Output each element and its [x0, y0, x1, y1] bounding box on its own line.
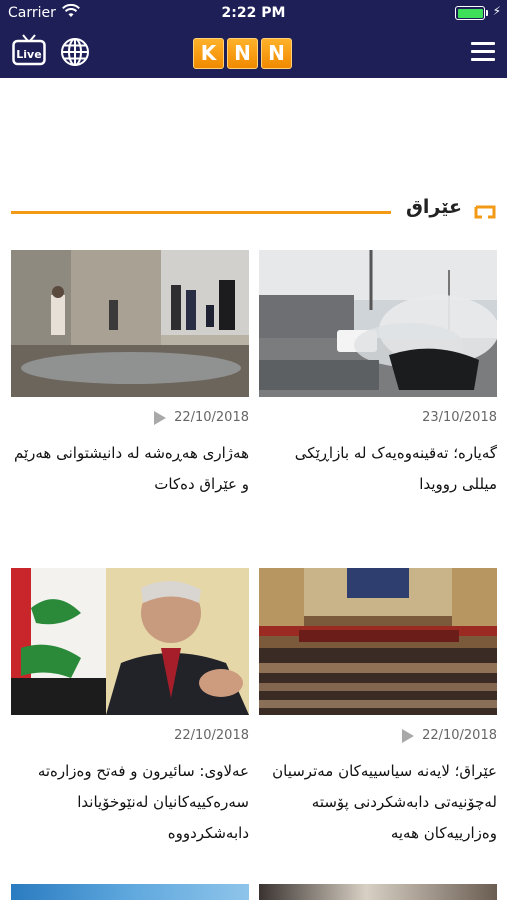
video-play-icon — [154, 411, 166, 425]
section-title: عێراق — [405, 196, 462, 218]
status-bar: Carrier 2:22 PM ⚡ — [0, 0, 507, 28]
news-card[interactable]: 22/10/2018 هەژاری هەڕەشە لە دانیشتوانی ه… — [11, 250, 249, 500]
news-thumbnail[interactable] — [11, 250, 249, 397]
article-title[interactable]: گەیارە؛ تەقینەوەیەک لە بازاڕێکی میللی رو… — [259, 438, 497, 500]
news-thumbnail[interactable] — [11, 568, 249, 715]
logo-letter-k: K — [193, 38, 224, 69]
news-card[interactable]: 22/10/2018 عەلاوی: سائیرون و فەتح وەزارە… — [11, 568, 249, 849]
video-play-icon — [402, 729, 414, 743]
section-divider — [11, 211, 391, 214]
article-title[interactable]: هەژاری هەڕەشە لە دانیشتوانی هەرێم و عێرا… — [11, 438, 249, 500]
section-bracket-icon — [474, 205, 496, 219]
article-date: 22/10/2018 — [174, 410, 249, 425]
article-date: 22/10/2018 — [174, 728, 249, 743]
knn-logo[interactable]: K N N — [193, 38, 292, 69]
news-thumbnail[interactable] — [259, 568, 497, 715]
news-thumbnail[interactable] — [11, 884, 249, 900]
charging-icon: ⚡ — [492, 4, 501, 18]
live-label: Live — [16, 48, 41, 61]
article-title[interactable]: عەلاوی: سائیرون و فەتح وەزارەتە سەرەکییە… — [11, 756, 249, 849]
news-card[interactable]: 22/10/2018 عێراق؛ لایەنە سیاسییەکان مەتر… — [259, 568, 497, 849]
battery-icon — [455, 6, 485, 20]
top-navigation-bar: Carrier 2:22 PM ⚡ Live K N N — [0, 0, 507, 78]
logo-letter-n2: N — [261, 38, 292, 69]
article-date: 23/10/2018 — [422, 410, 497, 425]
tv-live-icon[interactable]: Live — [12, 34, 46, 66]
clock: 2:22 PM — [221, 5, 286, 21]
news-thumbnail[interactable] — [259, 884, 497, 900]
article-title[interactable]: عێراق؛ لایەنە سیاسییەکان مەترسیان لەچۆنی… — [259, 756, 497, 849]
hamburger-menu-icon[interactable] — [471, 42, 495, 62]
news-card[interactable]: 23/10/2018 گەیارە؛ تەقینەوەیەک لە بازاڕێ… — [259, 250, 497, 500]
news-thumbnail[interactable] — [259, 250, 497, 397]
battery-tip — [486, 10, 488, 16]
globe-icon[interactable] — [60, 37, 90, 67]
logo-letter-n1: N — [227, 38, 258, 69]
article-date: 22/10/2018 — [422, 728, 497, 743]
